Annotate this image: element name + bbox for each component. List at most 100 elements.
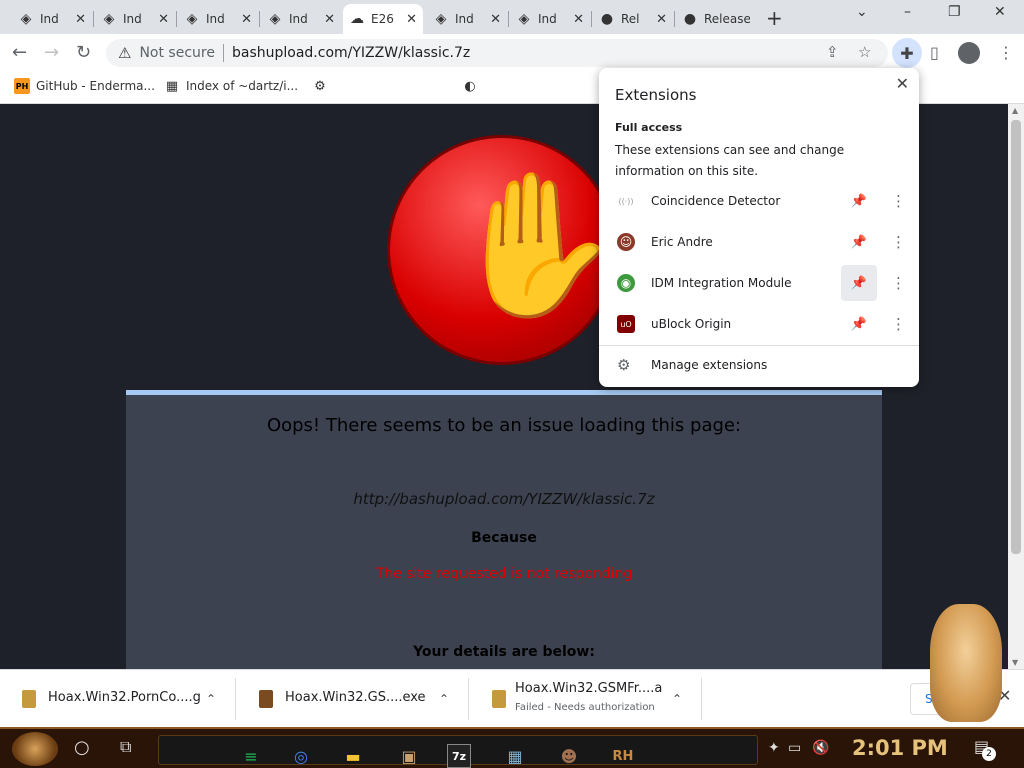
security-label[interactable]: Not secure (139, 45, 215, 61)
network-icon[interactable]: ▭ (788, 740, 801, 756)
7zip-icon[interactable]: 7z (447, 744, 471, 768)
scroll-down-icon[interactable]: ▼ (1012, 658, 1018, 667)
ublock-icon: uO (617, 315, 635, 333)
close-icon[interactable]: ✕ (75, 12, 86, 27)
download-item[interactable]: Hoax.Win32.GSMFr....a Failed - Needs aut… (470, 678, 702, 720)
downloads-shelf: Hoax.Win32.PornCo....g ⌃ Hoax.Win32.GS..… (0, 669, 1024, 727)
bash-icon: ◈ (20, 11, 32, 27)
new-tab-button[interactable]: + (766, 6, 783, 30)
chevron-up-icon[interactable]: ⌃ (672, 692, 682, 706)
clock[interactable]: 2:01 PM (852, 736, 948, 760)
bookmark-item[interactable]: ▦ Index of ~dartz/i... (164, 78, 298, 94)
avatar[interactable] (958, 42, 980, 64)
globe-icon: ◐ (464, 78, 476, 94)
address-bar[interactable]: ⚠ Not secure bashupload.com/YIZZW/klassi… (106, 39, 888, 67)
chrome-icon[interactable]: ◎ (289, 744, 313, 768)
tab-title: Ind (538, 12, 557, 26)
menu-icon[interactable]: ⋮ (998, 43, 1014, 62)
scrollbar-thumb[interactable] (1011, 120, 1021, 554)
file-explorer-icon[interactable]: ▬ (341, 744, 365, 768)
back-button[interactable]: ← (12, 42, 27, 63)
url-text[interactable]: bashupload.com/YIZZW/klassic.7z (232, 45, 470, 61)
star-icon[interactable]: ☆ (858, 43, 871, 61)
pornhub-icon: PH (14, 78, 30, 94)
reload-button[interactable]: ↻ (76, 42, 91, 63)
file-icon (492, 690, 506, 708)
download-name: Hoax.Win32.GS....exe (285, 690, 426, 705)
close-icon[interactable]: ✕ (158, 12, 169, 27)
gear-icon: ⚙ (617, 356, 631, 374)
forward-button[interactable]: → (44, 42, 59, 63)
share-icon[interactable]: ⇪ (826, 43, 839, 61)
tab-5-active[interactable]: ☁ E26 ✕ (343, 4, 423, 34)
tab-search-button[interactable]: ⌄ (856, 4, 868, 20)
tab-4[interactable]: ◈ Ind ✕ (261, 4, 341, 34)
start-button[interactable] (12, 732, 58, 766)
tab-6[interactable]: ◈ Ind ✕ (427, 4, 507, 34)
extension-row[interactable]: ☺ Eric Andre 📌 ⋮ (599, 222, 919, 262)
tab-title: Release (704, 12, 750, 26)
page-scrollbar[interactable]: ▲ ▼ (1008, 104, 1024, 669)
download-item[interactable]: Hoax.Win32.GS....exe ⌃ (237, 678, 469, 720)
more-icon[interactable]: ⋮ (891, 274, 906, 292)
bookmark-item[interactable]: ⚙ (312, 78, 334, 94)
minimize-button[interactable]: – (904, 4, 911, 20)
more-icon[interactable]: ⋮ (891, 192, 906, 210)
warning-icon[interactable]: ⚠ (118, 44, 131, 62)
chevron-up-icon[interactable]: ⌃ (206, 692, 216, 706)
more-icon[interactable]: ⋮ (891, 233, 906, 251)
extension-row[interactable]: uO uBlock Origin 📌 ⋮ (599, 304, 919, 344)
volume-muted-icon[interactable]: 🔇 (812, 740, 829, 756)
close-icon[interactable]: ✕ (573, 12, 584, 27)
desktop-pet-hamster[interactable] (930, 604, 1002, 722)
close-icon[interactable]: ✕ (656, 12, 667, 27)
extension-name: uBlock Origin (651, 317, 732, 331)
eric-andre-icon: ☺ (617, 233, 635, 251)
pin-icon[interactable]: 📌 (841, 224, 877, 260)
side-panel-icon[interactable]: ▯ (930, 43, 939, 62)
close-window-button[interactable]: ✕ (994, 4, 1006, 20)
search-icon[interactable]: ○ (74, 737, 90, 758)
pin-icon[interactable]: 📌 (841, 306, 877, 342)
close-icon[interactable]: ✕ (324, 12, 335, 27)
extensions-button[interactable]: ✚ (892, 38, 922, 68)
restore-button[interactable]: ❐ (948, 4, 961, 20)
manage-extensions-button[interactable]: ⚙ Manage extensions (599, 354, 919, 380)
close-icon[interactable]: ✕ (406, 12, 417, 27)
tab-9[interactable]: ● Release (676, 4, 756, 34)
puzzle-icon: ✚ (900, 43, 914, 63)
close-icon[interactable]: ✕ (241, 12, 252, 27)
pin-icon[interactable]: 📌 (841, 265, 877, 301)
spotify-icon[interactable]: ≡ (239, 744, 263, 768)
bookmark-item[interactable]: ◐ (462, 78, 484, 94)
close-icon[interactable]: ✕ (490, 12, 501, 27)
pin-icon[interactable]: 📌 (841, 183, 877, 219)
tab-1[interactable]: ◈ Ind ✕ (12, 4, 92, 34)
download-item[interactable]: Hoax.Win32.PornCo....g ⌃ (0, 678, 236, 720)
idm-icon: ◉ (617, 274, 635, 292)
tab-separator (176, 11, 177, 27)
tab-3[interactable]: ◈ Ind ✕ (178, 4, 258, 34)
taskbar-apps: ≡ ◎ ▬ ▣ 7z ▦ ☻ RH (158, 735, 758, 768)
extension-row[interactable]: ((·)) Coincidence Detector 📌 ⋮ (599, 181, 919, 221)
game-icon[interactable]: ▣ (397, 744, 421, 768)
tab-2[interactable]: ◈ Ind ✕ (95, 4, 175, 34)
notification-count: 2 (982, 747, 996, 761)
monitor-icon[interactable]: ▦ (503, 744, 527, 768)
character-icon[interactable]: ☻ (557, 744, 581, 768)
tab-title: Ind (206, 12, 225, 26)
extension-row[interactable]: ◉ IDM Integration Module 📌 ⋮ (599, 263, 919, 303)
chevron-up-icon[interactable]: ⌃ (439, 692, 449, 706)
github-icon: ● (600, 11, 614, 27)
tab-7[interactable]: ◈ Ind ✕ (510, 4, 590, 34)
resource-hacker-icon[interactable]: RH (611, 744, 635, 768)
more-icon[interactable]: ⋮ (891, 315, 906, 333)
tab-title: Rel (621, 12, 640, 26)
scroll-up-icon[interactable]: ▲ (1012, 106, 1018, 115)
tab-8[interactable]: ● Rel ✕ (593, 4, 673, 34)
close-icon[interactable]: ✕ (896, 74, 909, 93)
popup-divider (599, 345, 919, 346)
bookmark-item[interactable]: PH GitHub - Enderma... (14, 78, 155, 94)
tray-flame-icon[interactable]: ✦ (768, 740, 780, 756)
task-view-icon[interactable]: ⧉ (120, 737, 131, 757)
